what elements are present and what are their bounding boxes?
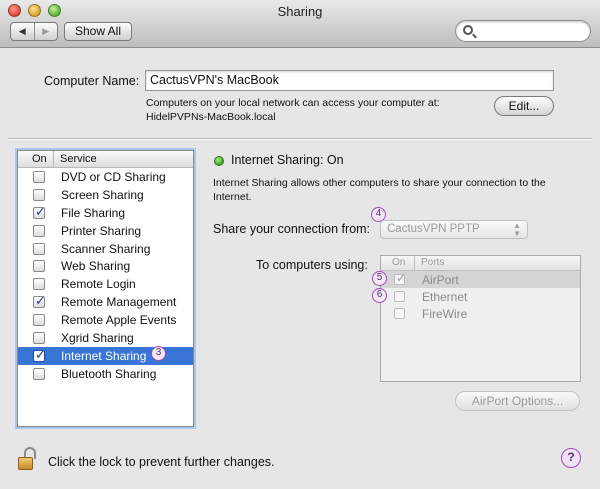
port-checkbox[interactable] <box>394 308 405 319</box>
service-label: File Sharing <box>61 205 126 220</box>
annotation-badge-6: 6 <box>372 288 387 303</box>
ports-list-header: On Ports <box>381 256 580 271</box>
show-all-button[interactable]: Show All <box>64 22 132 41</box>
lock-instructions: Click the lock to prevent further change… <box>48 455 275 469</box>
services-list-header: On Service <box>18 151 193 168</box>
port-label: FireWire <box>422 306 468 321</box>
to-computers-label: To computers using: <box>256 258 368 272</box>
service-row[interactable]: DVD or CD Sharing <box>18 168 193 186</box>
ports-column-header: Ports <box>421 257 445 268</box>
service-checkbox[interactable] <box>33 293 46 309</box>
share-from-popup[interactable]: CactusVPN PPTP ▲ ▼ <box>380 220 528 239</box>
lock-icon[interactable] <box>18 447 38 471</box>
service-row[interactable]: Screen Sharing <box>18 186 193 204</box>
share-from-value: CactusVPN PPTP <box>387 223 480 235</box>
service-row[interactable]: Printer Sharing <box>18 222 193 240</box>
share-from-label: Share your connection from: <box>213 222 371 236</box>
sharing-window: Sharing ◀ ▶ Show All Computer Name: Cact… <box>0 0 600 489</box>
service-label: Printer Sharing <box>61 223 142 238</box>
service-label: Scanner Sharing <box>61 241 151 256</box>
port-row[interactable]: FireWire <box>381 305 580 322</box>
edit-button[interactable]: Edit... <box>494 96 554 116</box>
service-row[interactable]: Scanner Sharing <box>18 240 193 258</box>
computer-name-field[interactable]: CactusVPN's MacBook <box>145 70 554 91</box>
computer-address-note: Computers on your local network can acce… <box>146 96 486 124</box>
ports-on-column-header: On <box>381 256 415 270</box>
service-checkbox[interactable] <box>33 224 45 237</box>
back-button[interactable]: ◀ <box>11 23 34 40</box>
service-checkbox[interactable] <box>33 188 45 201</box>
title-bar: Sharing ◀ ▶ Show All <box>0 0 600 48</box>
service-label: Web Sharing <box>61 259 131 274</box>
service-checkbox[interactable] <box>33 314 45 327</box>
status-indicator-icon <box>214 156 224 166</box>
service-row[interactable]: Bluetooth Sharing <box>18 365 193 383</box>
service-row[interactable]: Remote Login <box>18 275 193 293</box>
service-label: DVD or CD Sharing <box>61 169 166 184</box>
service-row[interactable]: Internet Sharing <box>18 347 193 365</box>
service-label: Xgrid Sharing <box>61 330 134 345</box>
service-checkbox[interactable] <box>33 347 46 363</box>
port-label: Ethernet <box>422 289 468 304</box>
search-icon <box>463 25 473 35</box>
service-label: Screen Sharing <box>61 187 144 202</box>
service-label: Remote Apple Events <box>61 313 177 328</box>
annotation-badge-3: 3 <box>151 346 166 361</box>
port-row[interactable]: Ethernet <box>381 288 580 305</box>
airport-options-button[interactable]: AirPort Options... <box>455 391 580 411</box>
search-field[interactable] <box>455 20 591 42</box>
services-rows: DVD or CD Sharing Screen Sharing File Shar… <box>18 168 193 383</box>
chevron-up-down-icon: ▲ ▼ <box>513 221 521 238</box>
service-checkbox[interactable] <box>33 278 45 291</box>
service-row[interactable]: Web Sharing <box>18 257 193 275</box>
address-note-text: Computers on your local network can acce… <box>146 97 440 109</box>
ports-rows: AirPort Ethernet FireWire <box>381 271 580 322</box>
service-label: Remote Login <box>61 277 136 292</box>
service-row[interactable]: Remote Apple Events <box>18 311 193 329</box>
internet-sharing-status: Internet Sharing: On <box>231 153 344 167</box>
service-label: Remote Management <box>61 295 177 310</box>
service-checkbox[interactable] <box>33 170 45 183</box>
forward-button[interactable]: ▶ <box>33 23 58 40</box>
port-checkbox[interactable] <box>394 271 406 285</box>
service-checkbox[interactable] <box>33 260 45 273</box>
port-label: AirPort <box>422 272 459 287</box>
service-row[interactable]: Remote Management <box>18 293 193 311</box>
services-list[interactable]: On Service DVD or CD Sharing Screen Shari… <box>17 150 194 427</box>
service-checkbox[interactable] <box>33 331 45 344</box>
service-row[interactable]: File Sharing <box>18 204 193 222</box>
back-forward-control: ◀ ▶ <box>10 22 58 41</box>
annotation-badge-5: 5 <box>372 271 387 286</box>
service-column-header[interactable]: Service <box>54 151 97 167</box>
service-label: Bluetooth Sharing <box>61 366 157 381</box>
service-checkbox[interactable] <box>33 242 45 255</box>
ports-list[interactable]: On Ports AirPort Ethernet FireWire <box>380 255 581 382</box>
local-hostname: HidelPVPNs-MacBook.local <box>146 111 276 123</box>
on-column-header[interactable]: On <box>18 151 54 167</box>
lock-body <box>18 457 33 470</box>
service-checkbox[interactable] <box>33 204 46 220</box>
divider <box>8 138 592 139</box>
internet-sharing-description: Internet Sharing allows other computers … <box>213 177 546 203</box>
service-label: Internet Sharing <box>61 348 147 363</box>
service-checkbox[interactable] <box>33 367 45 380</box>
service-row[interactable]: Xgrid Sharing <box>18 329 193 347</box>
help-icon[interactable]: ? <box>561 448 581 468</box>
port-row[interactable]: AirPort <box>381 271 580 288</box>
port-checkbox[interactable] <box>394 291 405 302</box>
computer-name-label: Computer Name: <box>44 74 140 88</box>
window-title: Sharing <box>277 4 323 19</box>
